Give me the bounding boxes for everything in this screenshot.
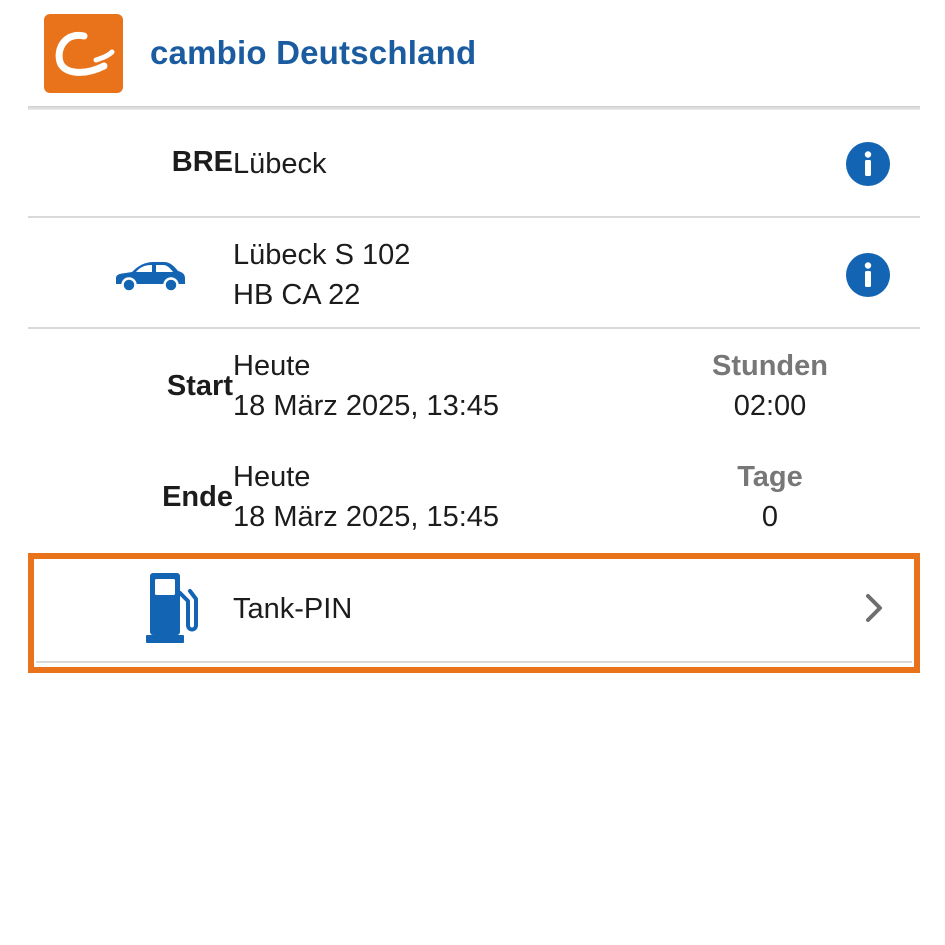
station-row[interactable]: BRE Lübeck: [28, 110, 920, 218]
start-day: Heute: [233, 350, 311, 382]
brand-title: cambio Deutschland: [150, 34, 477, 71]
booking-end-row[interactable]: Ende Heute 18 März 2025, 15:45 Tage 0: [28, 441, 920, 551]
vehicle-plate: HB CA 22: [233, 279, 361, 311]
vehicle-row[interactable]: Lübeck S 102 HB CA 22: [28, 218, 920, 328]
duration-days: Tage 0: [690, 457, 850, 537]
start-label: Start: [166, 370, 233, 402]
vehicle-info-icon[interactable]: [846, 253, 890, 297]
divider: [36, 661, 912, 663]
station-info-icon[interactable]: [846, 142, 890, 186]
end-day: Heute: [233, 461, 311, 493]
start-datetime: 18 März 2025, 13:45: [233, 390, 500, 422]
booking-start-row[interactable]: Start Heute 18 März 2025, 13:45 Stunden …: [28, 329, 920, 441]
booking-detail-screen: cambio Deutschland BRE Lübeck Lübeck S 1…: [0, 0, 945, 945]
app-header: cambio Deutschland: [0, 0, 945, 108]
duration-hours: Stunden 02:00: [690, 346, 850, 426]
duration-days-label: Tage: [737, 461, 803, 493]
duration-days-value: 0: [761, 501, 779, 533]
cambio-logo-icon: [44, 14, 123, 93]
tank-pin-row[interactable]: Tank-PIN: [28, 553, 920, 673]
vehicle-name: Lübeck S 102: [233, 239, 411, 271]
fuel-pump-icon: [146, 571, 198, 652]
tank-pin-label: Tank-PIN: [233, 593, 353, 625]
station-city-code: BRE: [171, 146, 233, 178]
chevron-right-icon[interactable]: [862, 592, 886, 629]
duration-hours-label: Stunden: [712, 350, 828, 382]
end-datetime: 18 März 2025, 15:45: [233, 501, 500, 533]
duration-hours-value: 02:00: [733, 390, 807, 422]
car-icon: [112, 258, 188, 299]
end-label: Ende: [162, 481, 233, 513]
station-name: Lübeck: [233, 148, 327, 180]
